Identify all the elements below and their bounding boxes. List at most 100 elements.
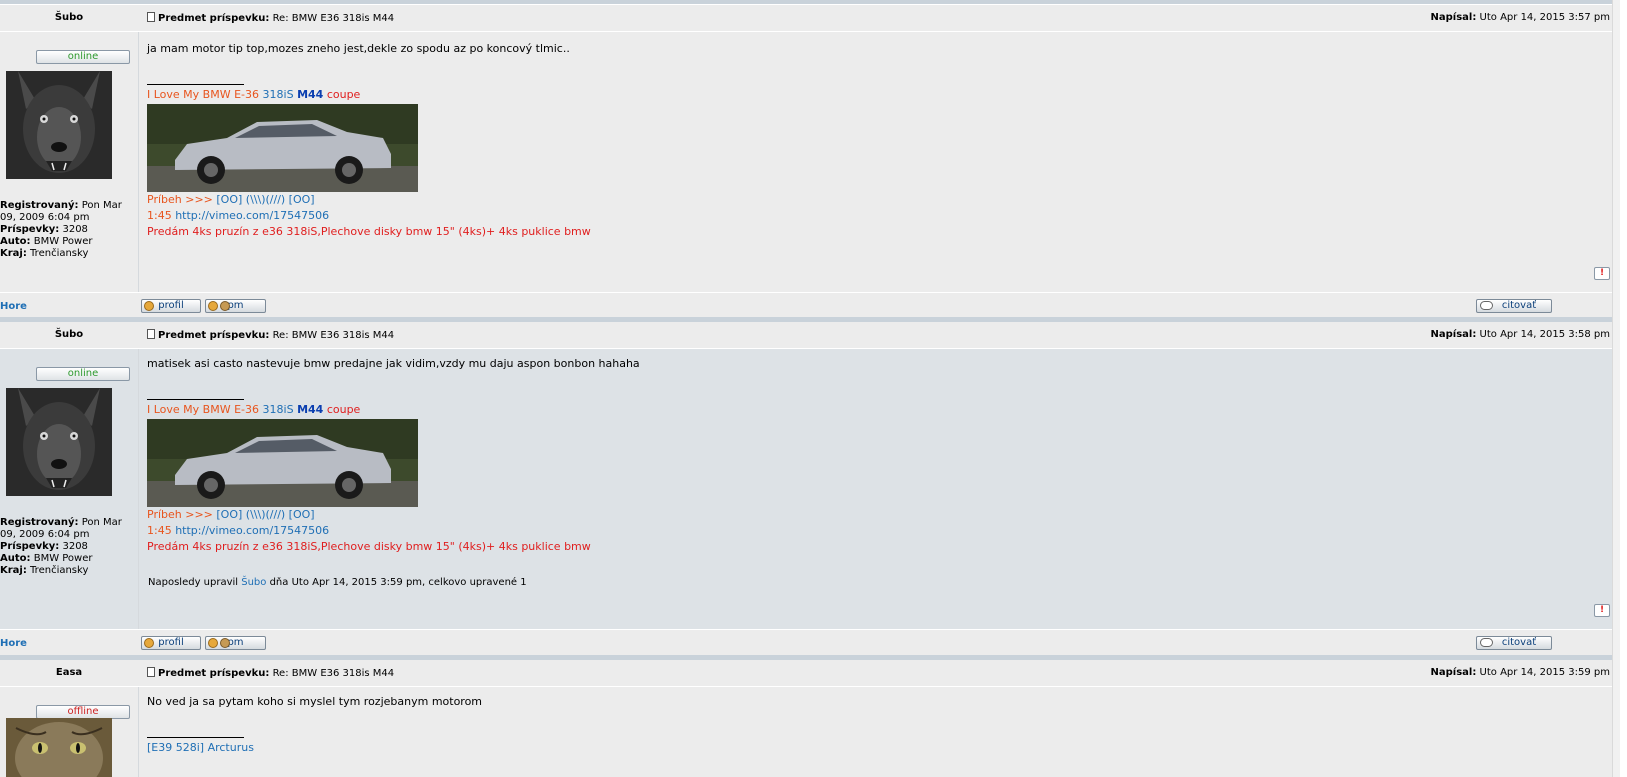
region-value: Trenčiansky [30, 248, 89, 259]
page-scrollbar[interactable] [1612, 0, 1620, 777]
author-name[interactable]: Šubo [0, 12, 138, 23]
post-body: Predmet príspevku: Re: BMW E36 318is M44… [139, 322, 1620, 655]
post-body: Predmet príspevku: Re: BMW E36 318is M44… [139, 5, 1620, 318]
signature-sale: Predám 4ks pruzín z e36 318iS,Plechove d… [147, 225, 591, 238]
sig-love: I Love My BMW E-36 [147, 88, 260, 101]
sig-model: 318iS [262, 403, 294, 416]
pm-icon-2 [220, 301, 230, 311]
quote-label: citovať [1501, 300, 1537, 311]
subject-text: Re: BMW E36 318is M44 [272, 13, 395, 24]
quote-button[interactable]: citovať [1476, 636, 1552, 650]
posted-date: Uto Apr 14, 2015 3:57 pm [1479, 12, 1610, 23]
post-body-header: Predmet príspevku: Re: BMW E36 318is M44… [139, 660, 1620, 687]
author-name[interactable]: Easa [0, 667, 138, 678]
edited-user-link[interactable]: Šubo [241, 577, 266, 588]
report-icon[interactable]: ! [1594, 604, 1610, 617]
video-time: 1:45 [147, 524, 172, 537]
quote-label: citovať [1501, 637, 1537, 648]
registered-label: Registrovaný: [0, 517, 79, 528]
posted-label: Napísal: [1430, 329, 1477, 340]
post-doc-icon[interactable] [147, 667, 155, 677]
posted-date: Uto Apr 14, 2015 3:59 pm [1479, 667, 1610, 678]
edited-prefix: Naposledy upravil [148, 577, 242, 588]
post-message: matisek asi casto nastevuje bmw predajne… [147, 357, 640, 370]
avatar-cat [6, 718, 112, 777]
region-label: Kraj: [0, 248, 27, 259]
quote-button[interactable]: citovať [1476, 299, 1552, 313]
sig-model: 318iS [262, 88, 294, 101]
sig-coupe: coupe [326, 403, 361, 416]
region-label: Kraj: [0, 565, 27, 576]
signature-car-image [147, 419, 418, 507]
post-body-header: Predmet príspevku: Re: BMW E36 318is M44… [139, 322, 1620, 349]
signature-divider [147, 84, 244, 85]
author-info: Registrovaný: Pon Mar 09, 2009 6:04 pm P… [0, 517, 136, 577]
signature-title: I Love My BMW E-36 318iS M44 coupe [147, 87, 360, 103]
signature-sale: Predám 4ks pruzín z e36 318iS,Plechove d… [147, 540, 591, 553]
sig-love: I Love My BMW E-36 [147, 403, 260, 416]
avatar-wolf [6, 71, 112, 179]
region-value: Trenčiansky [30, 565, 89, 576]
post-subject: Predmet príspevku: Re: BMW E36 318is M44 [147, 12, 394, 24]
video-time: 1:45 [147, 209, 172, 222]
story-links[interactable]: [OO] (\\\)(///) [OO] [216, 193, 314, 206]
signature-divider [147, 737, 244, 738]
edited-suffix: dňa Uto Apr 14, 2015 3:59 pm, celkovo up… [266, 577, 527, 588]
post-footer: Hore profil pm citovať [0, 292, 1620, 318]
post-doc-icon[interactable] [147, 12, 155, 22]
post-message: ja mam motor tip top,mozes zneho jest,de… [147, 42, 570, 55]
posted-label: Napísal: [1430, 667, 1477, 678]
pm-icon-2 [220, 638, 230, 648]
post-3: Easa offline Predmet príspevku: Re: BMW [0, 660, 1620, 777]
post-footer: Hore profil pm citovať [0, 629, 1620, 655]
video-link[interactable]: http://vimeo.com/17547506 [175, 209, 329, 222]
online-status-badge: online [36, 367, 130, 381]
sig-coupe: coupe [326, 88, 361, 101]
profile-button[interactable]: profil [141, 636, 201, 650]
author-column: online Registrovaný: Pon Mar 09, 2009 6:… [0, 32, 139, 318]
sig-engine: M44 [297, 403, 324, 416]
author-column: offline [0, 687, 139, 777]
profile-icon [144, 638, 154, 648]
back-to-top-link[interactable]: Hore [0, 638, 27, 649]
author-name[interactable]: Šubo [0, 329, 138, 340]
signature-car-link[interactable]: [E39 528i] Arcturus [147, 740, 254, 756]
author-info: Registrovaný: Pon Mar 09, 2009 6:04 pm P… [0, 200, 136, 260]
car-value: BMW Power [33, 236, 93, 247]
signature-video: 1:45 http://vimeo.com/17547506 [147, 208, 329, 224]
story-label: Príbeh >>> [147, 508, 213, 521]
offline-status-badge: offline [36, 705, 130, 719]
registered-label: Registrovaný: [0, 200, 79, 211]
online-status-badge: online [36, 50, 130, 64]
post-count: 3208 [62, 224, 88, 235]
story-links[interactable]: [OO] (\\\)(///) [OO] [216, 508, 314, 521]
pm-icon [208, 638, 218, 648]
forum-thread: Šubo online Registrovaný: Pon Mar 09, 20… [0, 0, 1620, 777]
pm-button[interactable]: pm [205, 636, 266, 650]
post-count: 3208 [62, 541, 88, 552]
subject-label: Predmet príspevku: [158, 13, 270, 24]
report-icon[interactable]: ! [1594, 267, 1610, 280]
post-body: Predmet príspevku: Re: BMW E36 318is M44… [139, 660, 1620, 777]
post-1: Šubo online Registrovaný: Pon Mar 09, 20… [0, 5, 1620, 318]
pm-icon [208, 301, 218, 311]
video-link[interactable]: http://vimeo.com/17547506 [175, 524, 329, 537]
post-date: Napísal: Uto Apr 14, 2015 3:58 pm [1431, 329, 1610, 340]
author-column: online Registrovaný: Pon Mar 09, 2009 6:… [0, 349, 139, 655]
quote-icon [1480, 638, 1493, 647]
post-date: Napísal: Uto Apr 14, 2015 3:59 pm [1431, 667, 1610, 678]
back-to-top-link[interactable]: Hore [0, 301, 27, 312]
profile-button[interactable]: profil [141, 299, 201, 313]
pm-button[interactable]: pm [205, 299, 266, 313]
subject-label: Predmet príspevku: [158, 330, 270, 341]
post-body-header: Predmet príspevku: Re: BMW E36 318is M44… [139, 5, 1620, 32]
signature-title: I Love My BMW E-36 318iS M44 coupe [147, 402, 360, 418]
post-doc-icon[interactable] [147, 329, 155, 339]
avatar-wolf [6, 388, 112, 496]
signature-divider [147, 399, 244, 400]
signature-story: Príbeh >>> [OO] (\\\)(///) [OO] [147, 507, 315, 523]
car-label: Auto: [0, 236, 31, 247]
quote-icon [1480, 301, 1493, 310]
subject-text: Re: BMW E36 318is M44 [272, 668, 395, 679]
car-value: BMW Power [33, 553, 93, 564]
